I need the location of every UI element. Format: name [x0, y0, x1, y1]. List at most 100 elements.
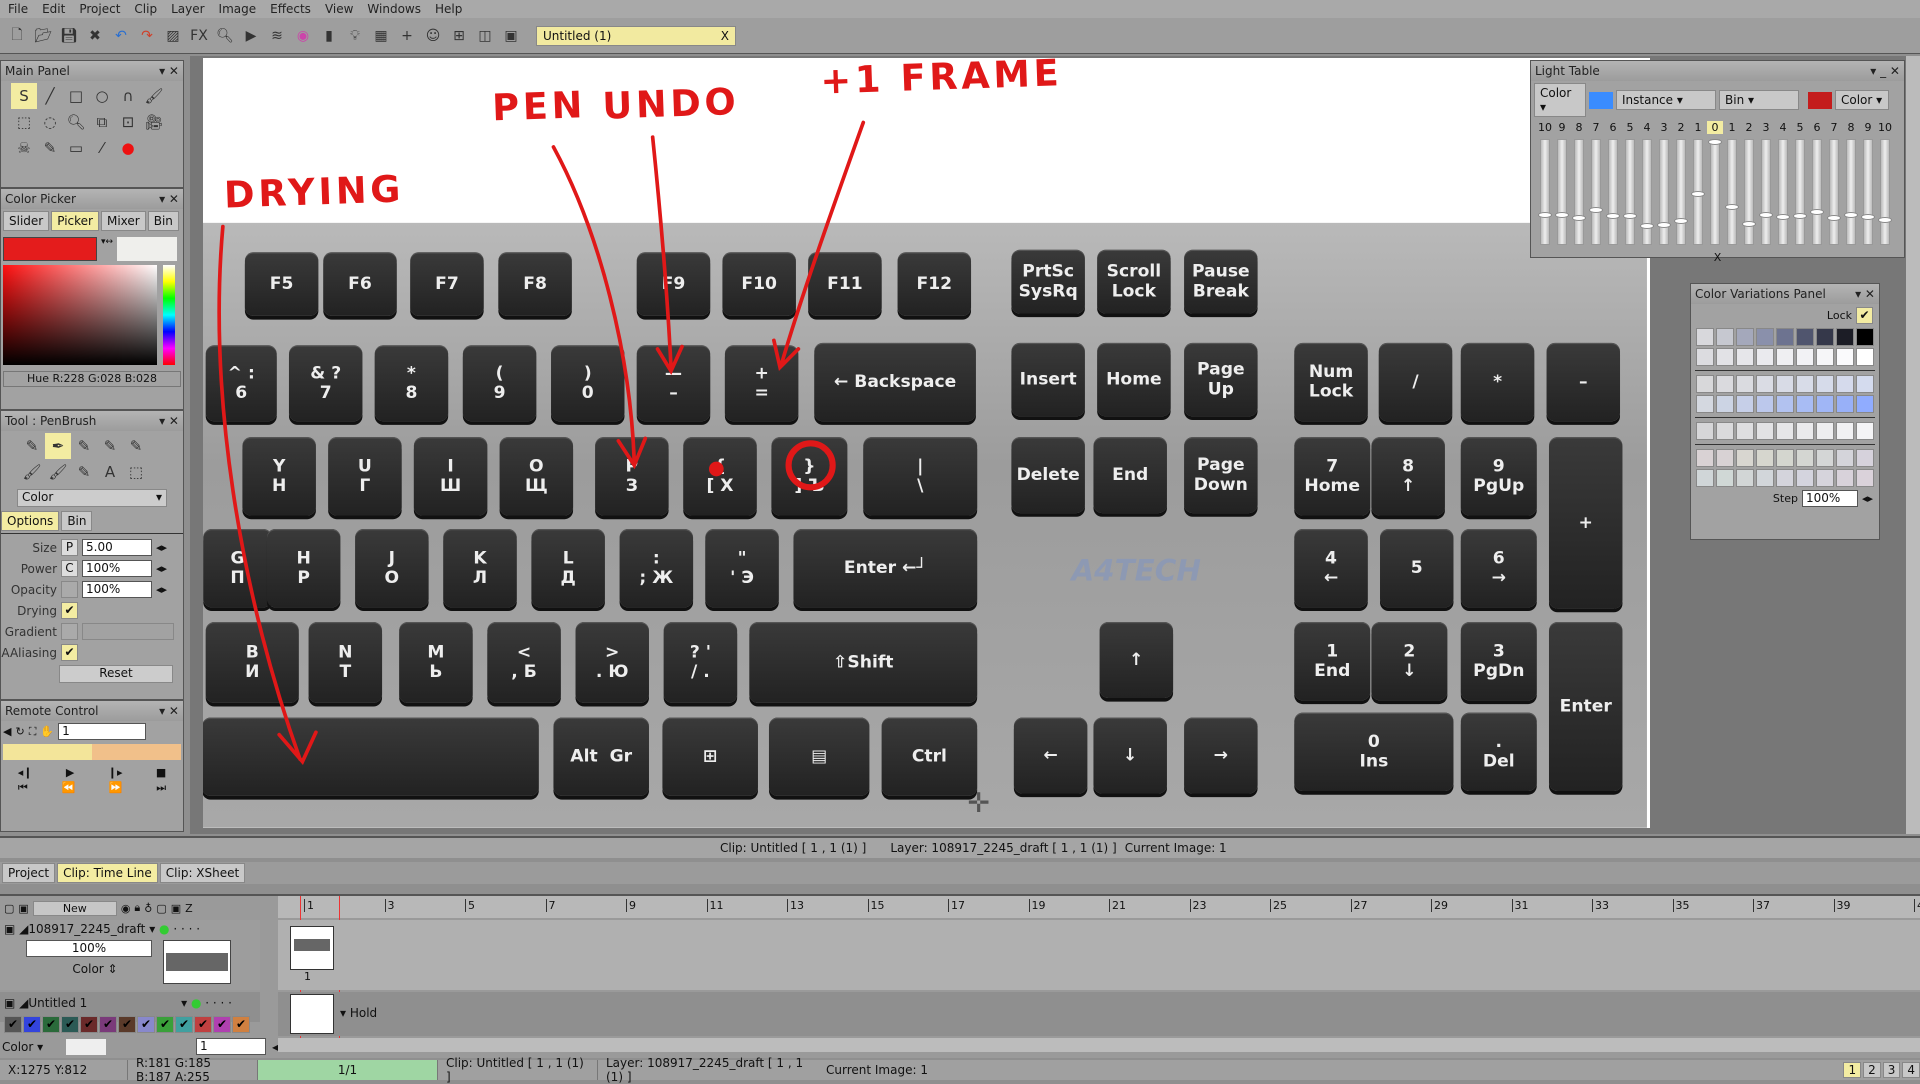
- menu-file[interactable]: File: [4, 2, 38, 16]
- onion-level-label[interactable]: 6: [1605, 121, 1621, 134]
- layers-icon[interactable]: ≋: [266, 25, 288, 47]
- color-variation-swatch[interactable]: [1816, 449, 1834, 467]
- step-back-icon[interactable]: ◂❙: [18, 766, 33, 779]
- drawing-canvas[interactable]: A4TECH F5 F6 F7 F8 F9 F10 F11 F12 PrtSc SysRq Scr…: [203, 58, 1650, 828]
- color-variation-swatch[interactable]: [1856, 375, 1874, 393]
- tab-slider[interactable]: Slider: [3, 211, 50, 231]
- onion-level-thumb[interactable]: [1640, 223, 1654, 229]
- color-variation-swatch[interactable]: [1856, 348, 1874, 366]
- split-view-icon[interactable]: ◫: [474, 25, 496, 47]
- tab-project[interactable]: Project: [2, 863, 56, 883]
- onion-level-slider[interactable]: [1812, 139, 1822, 245]
- size-pressure-toggle[interactable]: P: [61, 539, 78, 556]
- onion-level-thumb[interactable]: [1776, 214, 1790, 220]
- brush-icon[interactable]: ▨: [162, 25, 184, 47]
- onion-level-label[interactable]: 8: [1843, 121, 1859, 134]
- color-variation-swatch[interactable]: [1816, 375, 1834, 393]
- fx-icon[interactable]: FX: [188, 25, 210, 47]
- right-mode-dropdown[interactable]: Color ▾: [1835, 90, 1889, 110]
- new-layer-button[interactable]: New: [32, 900, 117, 916]
- last-frame-icon[interactable]: ⏭: [156, 781, 166, 795]
- calculator-icon[interactable]: ▦: [370, 25, 392, 47]
- layer-color-checkbox[interactable]: ✔: [194, 1016, 212, 1033]
- loop-icon[interactable]: ↻: [15, 725, 24, 738]
- page-button[interactable]: 2: [1863, 1062, 1881, 1078]
- onion-level-slider[interactable]: [1676, 139, 1686, 245]
- onion-level-thumb[interactable]: [1606, 213, 1620, 219]
- step-input[interactable]: 100%: [1801, 490, 1858, 507]
- color-variation-swatch[interactable]: [1716, 395, 1734, 413]
- onion-level-thumb[interactable]: [1657, 222, 1671, 228]
- layer-color-checkbox[interactable]: ✔: [213, 1016, 231, 1033]
- light-icon[interactable]: ♁: [144, 902, 152, 915]
- layer-name[interactable]: Untitled 1: [28, 996, 87, 1010]
- onion-level-slider[interactable]: [1591, 139, 1601, 245]
- page-button[interactable]: 4: [1902, 1062, 1920, 1078]
- color-variation-swatch[interactable]: [1816, 328, 1834, 346]
- color-variation-swatch[interactable]: [1776, 395, 1794, 413]
- color-variation-swatch[interactable]: [1716, 328, 1734, 346]
- save-icon[interactable]: 💾︎: [58, 25, 80, 47]
- gradient-field[interactable]: [82, 623, 174, 640]
- mask-icon[interactable]: ▢: [156, 902, 166, 915]
- onion-level-label[interactable]: 1: [1690, 121, 1706, 134]
- camera-icon[interactable]: 🎥︎: [141, 109, 167, 135]
- color-variation-swatch[interactable]: [1816, 348, 1834, 366]
- pen-brush-icon[interactable]: ✒: [45, 433, 71, 459]
- onion-level-label[interactable]: 9: [1860, 121, 1876, 134]
- secondary-color-swatch[interactable]: [117, 237, 177, 261]
- pencil-icon[interactable]: ✎: [19, 433, 45, 459]
- color-variation-swatch[interactable]: [1856, 449, 1874, 467]
- layer-color-checkbox[interactable]: ✔: [99, 1016, 117, 1033]
- open-folder-icon[interactable]: 📂︎: [32, 25, 54, 47]
- onion-level-label[interactable]: 10: [1877, 121, 1893, 134]
- timeline-scrollbar[interactable]: [278, 1038, 1920, 1052]
- color-variation-swatch[interactable]: [1696, 395, 1714, 413]
- aliasing-checkbox[interactable]: ✔: [61, 644, 78, 661]
- fit-icon[interactable]: ⛶: [29, 725, 37, 739]
- primary-color-swatch[interactable]: [3, 237, 97, 261]
- reset-button[interactable]: Reset: [59, 665, 173, 683]
- frame-input[interactable]: 1: [58, 723, 147, 740]
- opacity-spinner-icon[interactable]: ◂▸: [156, 583, 167, 596]
- onion-level-slider[interactable]: [1846, 139, 1856, 245]
- layer-color-checkbox[interactable]: ✔: [118, 1016, 136, 1033]
- color-swatch[interactable]: [66, 1038, 106, 1055]
- swap-colors-icon[interactable]: ▾↔: [101, 237, 113, 261]
- menu-image[interactable]: Image: [215, 2, 267, 16]
- color-variation-swatch[interactable]: [1836, 422, 1854, 440]
- onion-level-slider[interactable]: [1574, 139, 1584, 245]
- onion-level-slider[interactable]: [1642, 139, 1652, 245]
- pen-tool-icon[interactable]: S: [11, 83, 37, 109]
- marker-icon[interactable]: ✎: [71, 433, 97, 459]
- onion-level-thumb[interactable]: [1572, 215, 1586, 221]
- color-variation-swatch[interactable]: [1756, 395, 1774, 413]
- onion-level-slider[interactable]: [1710, 139, 1720, 245]
- onion-level-thumb[interactable]: [1674, 218, 1688, 224]
- gradient-checkbox[interactable]: [61, 623, 78, 640]
- onion-level-label[interactable]: 2: [1741, 121, 1757, 134]
- instance-dropdown[interactable]: Instance ▾: [1616, 90, 1716, 110]
- onion-level-thumb[interactable]: [1844, 212, 1858, 218]
- color-variation-swatch[interactable]: [1696, 469, 1714, 487]
- zoom-icon[interactable]: 🔍︎: [214, 25, 236, 47]
- close-tab-icon[interactable]: X: [721, 29, 729, 43]
- layer-name[interactable]: 108917_2245_draft: [28, 922, 145, 936]
- onion-level-thumb[interactable]: [1793, 213, 1807, 219]
- onion-level-slider[interactable]: [1761, 139, 1771, 245]
- tab-picker[interactable]: Picker: [51, 211, 99, 231]
- menu-view[interactable]: View: [321, 2, 363, 16]
- power-input[interactable]: 100%: [82, 560, 152, 577]
- zoom-tool-icon[interactable]: 🔍︎: [63, 109, 89, 135]
- bin-dropdown[interactable]: Bin ▾: [1719, 90, 1799, 110]
- power-toggle[interactable]: C: [61, 560, 78, 577]
- onion-level-slider[interactable]: [1829, 139, 1839, 245]
- tool-mode-dropdown[interactable]: Color ▾: [17, 489, 167, 507]
- onion-level-slider[interactable]: [1540, 139, 1550, 245]
- tab-mixer[interactable]: Mixer: [100, 211, 146, 231]
- color-variation-swatch[interactable]: [1736, 422, 1754, 440]
- paint-bucket-icon[interactable]: 🖌︎: [141, 83, 167, 109]
- rect-select-icon[interactable]: ⬚: [11, 109, 37, 135]
- tab-clip-xsheet[interactable]: Clip: XSheet: [159, 863, 246, 883]
- new-file-icon[interactable]: 🗋: [6, 25, 28, 47]
